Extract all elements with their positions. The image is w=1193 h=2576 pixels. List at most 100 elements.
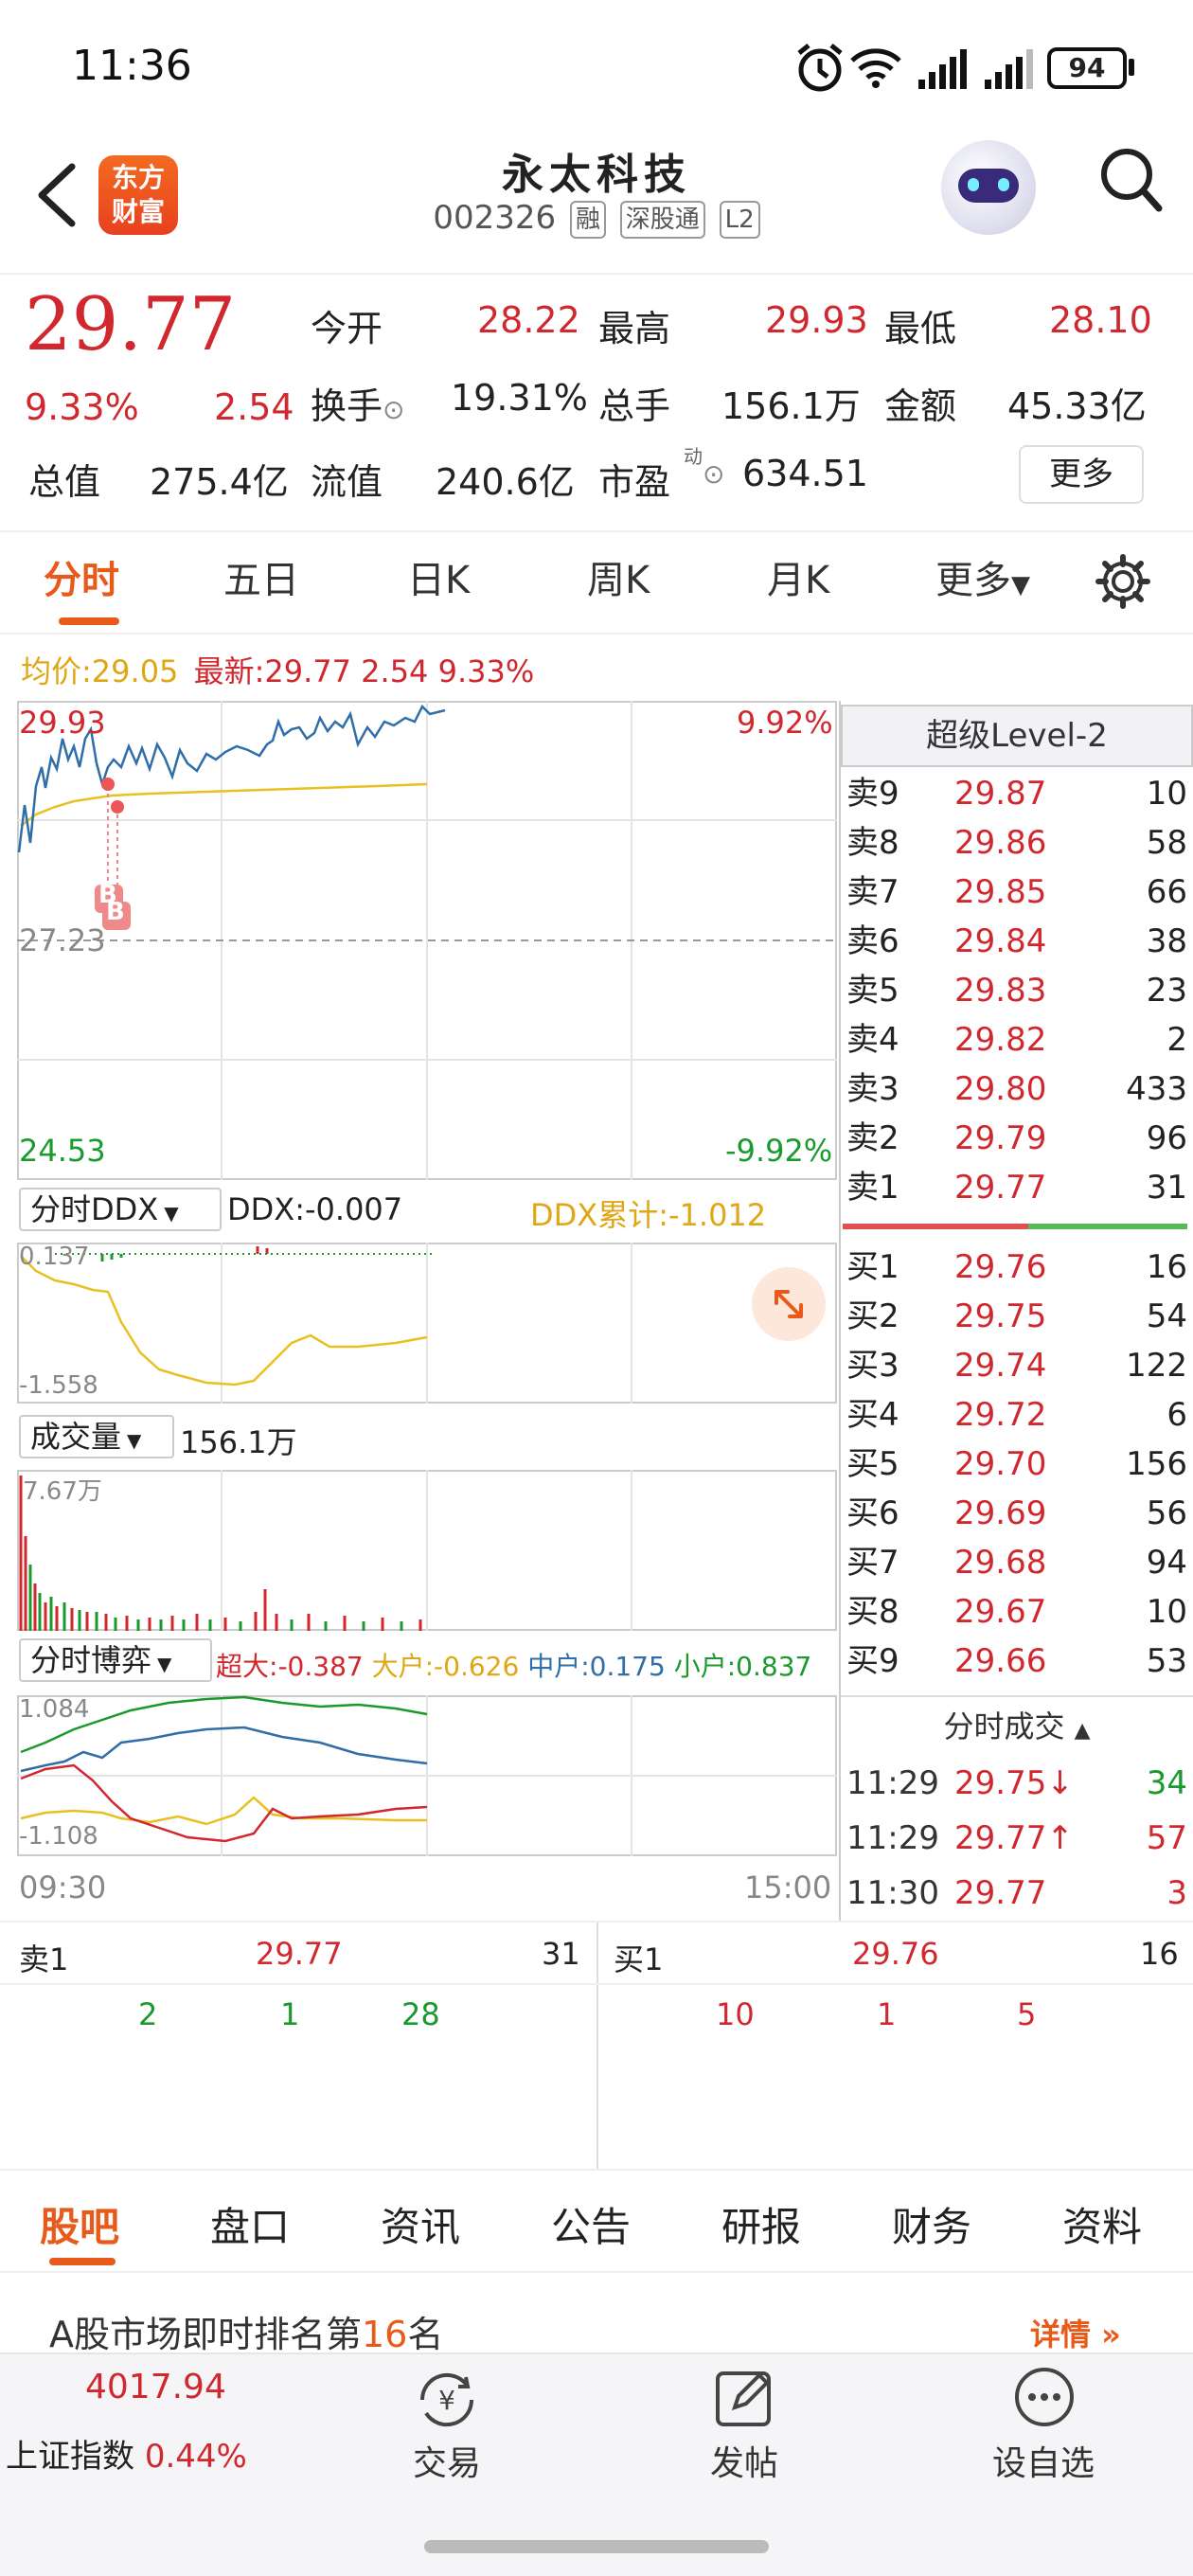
- price-info-line: 均价:29.05 最新:29.77 2.54 9.33%: [21, 648, 534, 691]
- chevron-down-icon: ▼: [164, 1202, 179, 1225]
- tab-week-k[interactable]: 周K: [587, 549, 650, 604]
- tab-news[interactable]: 资讯: [381, 2195, 460, 2253]
- pct-top-label: 9.92%: [737, 705, 833, 741]
- game-y-bottom: -1.108: [19, 1822, 98, 1851]
- ask-row[interactable]: 卖7 29.85 66: [846, 868, 1187, 917]
- ddx-selector[interactable]: 分时DDX ▼: [19, 1188, 222, 1231]
- ask-row-label: 卖4: [846, 1021, 899, 1059]
- chevron-down-icon: ▼: [157, 1653, 172, 1675]
- amount-value: 45.33亿: [1007, 385, 1147, 427]
- bid-row[interactable]: 买5 29.70 156: [846, 1440, 1187, 1489]
- watchlist-label[interactable]: 设自选: [977, 2436, 1110, 2485]
- game-selector[interactable]: 分时博弈 ▼: [19, 1638, 212, 1682]
- tick-row[interactable]: 11:29 29.75↓ 34: [846, 1756, 1187, 1811]
- info-icon[interactable]: ⊙: [383, 394, 404, 425]
- index-ticker[interactable]: 上证指数 0.44%: [6, 2430, 247, 2477]
- alarm-icon: [797, 44, 843, 92]
- trade-marker-b2[interactable]: B: [106, 898, 125, 926]
- tab-forum[interactable]: 股吧: [40, 2195, 119, 2253]
- ask-row[interactable]: 卖8 29.86 58: [846, 818, 1187, 868]
- bid-row[interactable]: 买6 29.69 56: [846, 1489, 1187, 1538]
- tab-announcements[interactable]: 公告: [551, 2195, 631, 2253]
- last-price: 29.77: [25, 282, 237, 367]
- ask-row[interactable]: 卖5 29.83 23: [846, 966, 1187, 1015]
- index-name: 上证指数: [6, 2438, 134, 2476]
- ask-row-price: 29.82: [954, 1021, 1047, 1059]
- ask-row[interactable]: 卖4 29.82 2: [846, 1015, 1187, 1064]
- bid-row[interactable]: 买2 29.75 54: [846, 1292, 1187, 1341]
- bid-row-price: 29.75: [954, 1297, 1047, 1335]
- tick-row[interactable]: 11:30 29.77 3: [846, 1866, 1187, 1921]
- ticks-title[interactable]: 分时成交 ▲: [841, 1703, 1193, 1746]
- tick-row-price: 29.75↓: [954, 1764, 1074, 1802]
- more-dots-icon[interactable]: [1013, 2366, 1076, 2428]
- ask-row[interactable]: 卖3 29.80 433: [846, 1064, 1187, 1114]
- game-legend: 超大:-0.387 大户:-0.626 中户:0.175 小户:0.837: [216, 1646, 811, 1684]
- ask-row-vol: 31: [1146, 1169, 1187, 1207]
- search-icon[interactable]: [1098, 142, 1165, 218]
- tick-row-time: 11:29: [846, 1819, 939, 1857]
- big-value: -0.626: [434, 1651, 520, 1682]
- assistant-avatar[interactable]: [941, 140, 1036, 235]
- tick-row[interactable]: 11:29 29.77↑ 57: [846, 1811, 1187, 1866]
- bid-row-price: 29.72: [954, 1396, 1047, 1434]
- orderbook-title[interactable]: 超级Level-2: [841, 705, 1193, 767]
- stock-code: 002326: [433, 199, 557, 237]
- latest-label: 最新:: [193, 653, 265, 689]
- tab-more[interactable]: 更多▼: [935, 549, 1030, 604]
- ask-row-price: 29.77: [954, 1169, 1047, 1207]
- post-label[interactable]: 发帖: [695, 2436, 793, 2485]
- trade-icon[interactable]: ¥: [413, 2370, 481, 2430]
- expand-icon: [775, 1290, 803, 1318]
- time-start: 09:30: [19, 1869, 107, 1905]
- tab-research[interactable]: 研报: [721, 2195, 801, 2253]
- tab-underline: [59, 617, 119, 625]
- bid-row[interactable]: 买8 29.67 10: [846, 1587, 1187, 1637]
- ask-row[interactable]: 卖9 29.87 10: [846, 769, 1187, 818]
- index-value[interactable]: 4017.94: [85, 2368, 226, 2406]
- ask-row[interactable]: 卖2 29.79 96: [846, 1114, 1187, 1163]
- more-quote-button[interactable]: 更多: [1019, 445, 1144, 504]
- tab-intraday[interactable]: 分时: [44, 549, 119, 604]
- bid-row-price: 29.70: [954, 1445, 1047, 1483]
- tab-profile[interactable]: 资料: [1062, 2195, 1142, 2253]
- ask-row-label: 卖2: [846, 1119, 899, 1157]
- bid-row-label: 买1: [846, 1248, 899, 1286]
- bid-row[interactable]: 买4 29.72 6: [846, 1390, 1187, 1440]
- home-indicator[interactable]: [424, 2540, 769, 2553]
- double-chevron-right-icon: »: [1091, 2317, 1121, 2352]
- tab-month-k[interactable]: 月K: [767, 549, 829, 604]
- bid-row[interactable]: 买3 29.74 122: [846, 1341, 1187, 1390]
- tab-finance[interactable]: 财务: [892, 2195, 971, 2253]
- bid-row[interactable]: 买7 29.68 94: [846, 1538, 1187, 1587]
- svg-text:¥: ¥: [438, 2385, 455, 2416]
- amount-label: 金额: [884, 385, 957, 427]
- edit-icon[interactable]: [714, 2368, 775, 2428]
- index-pct: 0.44%: [144, 2438, 247, 2476]
- ask-strength-bar: [843, 1224, 1028, 1229]
- trade-label[interactable]: 交易: [398, 2436, 496, 2485]
- ranking-banner[interactable]: A股市场即时排名第16名: [49, 2305, 443, 2352]
- pe-info-icon[interactable]: ⊙: [703, 458, 724, 490]
- ask-row[interactable]: 卖1 29.77 31: [846, 1163, 1187, 1212]
- game-selector-label: 分时博弈: [30, 1642, 152, 1678]
- status-bar: 11:36 94: [0, 0, 1193, 133]
- settings-gear-icon[interactable]: [1095, 553, 1151, 610]
- bid-row[interactable]: 买9 29.66 53: [846, 1637, 1187, 1686]
- turnover-label: 换手⊙: [311, 377, 404, 429]
- tab-five-day[interactable]: 五日: [223, 549, 299, 604]
- ask-row[interactable]: 卖6 29.84 38: [846, 917, 1187, 966]
- expand-button[interactable]: [752, 1267, 826, 1341]
- battery-tip: [1129, 59, 1134, 76]
- volume-selector[interactable]: 成交量 ▼: [19, 1415, 174, 1458]
- tab-orderbook[interactable]: 盘口: [210, 2195, 290, 2253]
- bid-row[interactable]: 买1 29.76 16: [846, 1243, 1187, 1292]
- game-chart-svg: [17, 1695, 837, 1856]
- small-label: 小户:: [673, 1651, 737, 1682]
- ask-row-price: 29.84: [954, 922, 1047, 960]
- small-value: 0.837: [736, 1651, 812, 1682]
- tab-day-k[interactable]: 日K: [407, 549, 470, 604]
- connect-tag: 深股通: [619, 200, 705, 239]
- ranking-detail-link[interactable]: 详情 »: [1030, 2311, 1121, 2354]
- high-label: 最高: [598, 308, 671, 349]
